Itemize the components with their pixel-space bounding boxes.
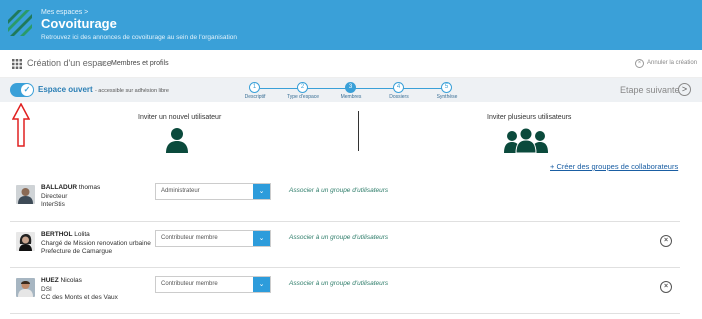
- avatar: [16, 278, 35, 297]
- step-2[interactable]: 2: [297, 82, 308, 93]
- profile-select[interactable]: Contributeur membre ⌄: [155, 230, 271, 247]
- profile-select[interactable]: Administrateur ⌄: [155, 183, 271, 200]
- step-5[interactable]: 5: [441, 82, 452, 93]
- member-row: BALLADUR thomas Directeur InterStis Admi…: [0, 180, 682, 226]
- avatar: [16, 232, 35, 251]
- step-3-label: Membres: [340, 94, 362, 100]
- remove-member-icon[interactable]: ×: [660, 235, 672, 247]
- space-type-title: Espace ouvert: [38, 85, 93, 94]
- invite-divider: [358, 111, 359, 151]
- profile-select-value: Contributeur membre: [161, 235, 218, 241]
- invite-multiple-label: Inviter plusieurs utilisateurs: [487, 114, 572, 121]
- breadcrumb-separator: >: [101, 59, 106, 68]
- breadcrumb-my-spaces[interactable]: Mes espaces >: [41, 9, 88, 16]
- member-name: HUEZ Nicolas: [41, 277, 82, 284]
- member-last-name: HUEZ: [41, 277, 59, 284]
- invite-single-label: Inviter un nouvel utilisateur: [138, 114, 222, 121]
- check-icon: ✓: [21, 84, 33, 96]
- member-first-name: Lolita: [74, 231, 90, 238]
- profile-select-value: Contributeur membre: [161, 281, 218, 287]
- grid-icon[interactable]: [12, 59, 22, 69]
- chevron-down-icon[interactable]: ⌄: [253, 277, 270, 292]
- remove-member-icon[interactable]: ×: [660, 281, 672, 293]
- associate-group-link[interactable]: Associer à un groupe d'utilisateurs: [289, 280, 388, 287]
- row-divider: [10, 313, 680, 314]
- member-last-name: BERTHOL: [41, 231, 73, 238]
- breadcrumb-members: Membres et profils: [111, 60, 169, 67]
- avatar: [16, 185, 35, 204]
- step-5-label: Synthèse: [436, 94, 458, 100]
- member-role: DSI: [41, 286, 52, 293]
- associate-group-link[interactable]: Associer à un groupe d'utilisateurs: [289, 187, 388, 194]
- app-logo: [8, 10, 32, 36]
- open-space-toggle[interactable]: ✓: [10, 83, 34, 97]
- page-subtitle: Retrouvez ici des annonces de covoiturag…: [41, 34, 238, 41]
- member-last-name: BALLADUR: [41, 184, 78, 191]
- annotation-arrow-icon: [12, 103, 30, 147]
- associate-group-link[interactable]: Associer à un groupe d'utilisateurs: [289, 234, 388, 241]
- space-type-label: Espace ouvert - accessible sur adhésion …: [38, 85, 169, 94]
- step-2-label: Type d'espace: [286, 94, 320, 100]
- step-3[interactable]: 3: [345, 82, 356, 93]
- space-type-description: - accessible sur adhésion libre: [94, 88, 169, 94]
- next-step-label[interactable]: Etape suivante: [620, 85, 680, 95]
- invite-group-icon[interactable]: [502, 128, 550, 153]
- create-groups-link[interactable]: + Créer des groupes de collaborateurs: [550, 162, 678, 171]
- invite-user-icon[interactable]: [165, 127, 189, 153]
- step-4[interactable]: 4: [393, 82, 404, 93]
- member-role: Directeur: [41, 193, 68, 200]
- chevron-down-icon[interactable]: ⌄: [253, 184, 270, 199]
- member-first-name: Nicolas: [60, 277, 82, 284]
- app-header: Mes espaces > Covoiturage Retrouvez ici …: [0, 0, 702, 50]
- next-step-icon[interactable]: >: [678, 83, 691, 96]
- member-organization: Prefecture de Camargue: [41, 248, 113, 255]
- row-divider: [10, 221, 680, 222]
- member-role: Chargé de Mission renovation urbaine: [41, 240, 151, 247]
- breadcrumb-creation: Création d'un espace: [27, 58, 112, 68]
- member-name: BALLADUR thomas: [41, 184, 100, 191]
- step-1[interactable]: 1: [249, 82, 260, 93]
- member-organization: CC des Monts et des Vaux: [41, 294, 118, 301]
- row-divider: [10, 267, 680, 268]
- profile-select[interactable]: Contributeur membre ⌄: [155, 276, 271, 293]
- profile-select-value: Administrateur: [161, 188, 200, 194]
- cancel-icon[interactable]: ×: [635, 59, 644, 68]
- member-name: BERTHOL Lolita: [41, 231, 90, 238]
- step-1-label: Descriptif: [244, 94, 266, 100]
- member-organization: InterStis: [41, 201, 65, 208]
- creation-titlebar: Création d'un espace > Membres et profil…: [0, 50, 702, 78]
- cancel-creation-link[interactable]: Annuler la création: [647, 60, 697, 66]
- member-first-name: thomas: [78, 184, 101, 191]
- step-4-label: Dossiers: [389, 94, 409, 100]
- chevron-down-icon[interactable]: ⌄: [253, 231, 270, 246]
- page-title: Covoiturage: [41, 16, 117, 31]
- step-bar: ✓ Espace ouvert - accessible sur adhésio…: [0, 78, 702, 102]
